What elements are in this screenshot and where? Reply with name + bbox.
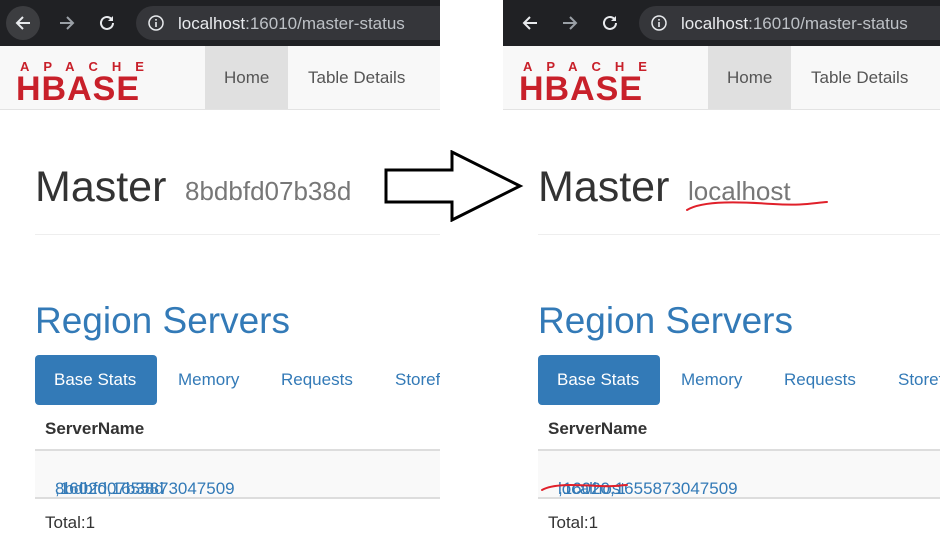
svg-text:HBASE: HBASE bbox=[519, 70, 643, 102]
address-bar[interactable]: localhost:16010/master-status bbox=[136, 6, 440, 40]
info-icon[interactable] bbox=[148, 15, 164, 31]
region-servers-tabs: Base Stats Memory Requests Storefiles bbox=[35, 355, 440, 405]
region-servers-heading: Region Servers bbox=[538, 300, 794, 341]
forward-button[interactable] bbox=[553, 6, 587, 40]
table-total-row: Total:1 bbox=[538, 498, 940, 543]
forward-arrow-icon bbox=[563, 16, 578, 30]
region-servers-tabs: Base Stats Memory Requests Storefiles bbox=[538, 355, 940, 405]
reload-button[interactable] bbox=[593, 6, 627, 40]
back-button[interactable] bbox=[6, 6, 40, 40]
table-total-row: Total:1 bbox=[35, 498, 440, 543]
back-arrow-icon bbox=[15, 16, 30, 30]
before-screenshot: localhost:16010/master-status APACHE HBA… bbox=[0, 0, 440, 543]
svg-text:HBASE: HBASE bbox=[16, 70, 140, 102]
region-servers-heading: Region Servers bbox=[35, 300, 291, 341]
url-text: localhost:16010/master-status bbox=[681, 14, 908, 33]
nav-table-details[interactable]: Table Details bbox=[288, 46, 438, 109]
table-header: ServerName bbox=[538, 405, 940, 451]
after-screenshot: localhost:16010/master-status APACHE HBA… bbox=[503, 0, 940, 543]
right-arrow-icon bbox=[384, 150, 524, 222]
reload-button[interactable] bbox=[90, 6, 124, 40]
hbase-navbar: APACHE HBASE Home Table Details bbox=[503, 46, 940, 110]
tab-requests[interactable]: Requests bbox=[766, 355, 871, 405]
tab-memory[interactable]: Memory bbox=[663, 355, 758, 405]
master-hostname: 8bdbfd07b38d bbox=[185, 176, 352, 206]
tab-requests[interactable]: Requests bbox=[263, 355, 368, 405]
apache-hbase-logo[interactable]: APACHE HBASE bbox=[16, 58, 188, 102]
master-title: Master bbox=[538, 163, 670, 211]
forward-arrow-icon bbox=[60, 16, 75, 30]
tab-storefiles[interactable]: Storefiles bbox=[880, 355, 940, 405]
apache-hbase-logo[interactable]: APACHE HBASE bbox=[519, 58, 691, 102]
nav-home[interactable]: Home bbox=[708, 46, 791, 109]
nav-home[interactable]: Home bbox=[205, 46, 288, 109]
table-header: ServerName bbox=[35, 405, 440, 451]
tab-base-stats[interactable]: Base Stats bbox=[35, 355, 157, 405]
forward-button[interactable] bbox=[50, 6, 84, 40]
url-text: localhost:16010/master-status bbox=[178, 14, 405, 33]
server-host-underline-annotation bbox=[541, 483, 628, 491]
tab-memory[interactable]: Memory bbox=[160, 355, 255, 405]
reload-icon bbox=[603, 15, 617, 30]
table-row: 8bdbfd07b38d ,16020,1655873047509 bbox=[35, 451, 440, 498]
reload-icon bbox=[100, 15, 114, 30]
back-arrow-icon bbox=[522, 16, 537, 30]
nav-table-details[interactable]: Table Details bbox=[791, 46, 940, 109]
tab-base-stats[interactable]: Base Stats bbox=[538, 355, 660, 405]
browser-toolbar: localhost:16010/master-status bbox=[503, 0, 940, 46]
address-bar[interactable]: localhost:16010/master-status bbox=[639, 6, 940, 40]
page-header: Master 8bdbfd07b38d bbox=[35, 163, 440, 235]
tab-storefiles[interactable]: Storefiles bbox=[377, 355, 440, 405]
master-title: Master bbox=[35, 163, 167, 211]
hostname-underline-annotation bbox=[686, 201, 828, 211]
info-icon[interactable] bbox=[651, 15, 667, 31]
browser-toolbar: localhost:16010/master-status bbox=[0, 0, 440, 46]
back-button[interactable] bbox=[513, 6, 547, 40]
hbase-navbar: APACHE HBASE Home Table Details bbox=[0, 46, 440, 110]
